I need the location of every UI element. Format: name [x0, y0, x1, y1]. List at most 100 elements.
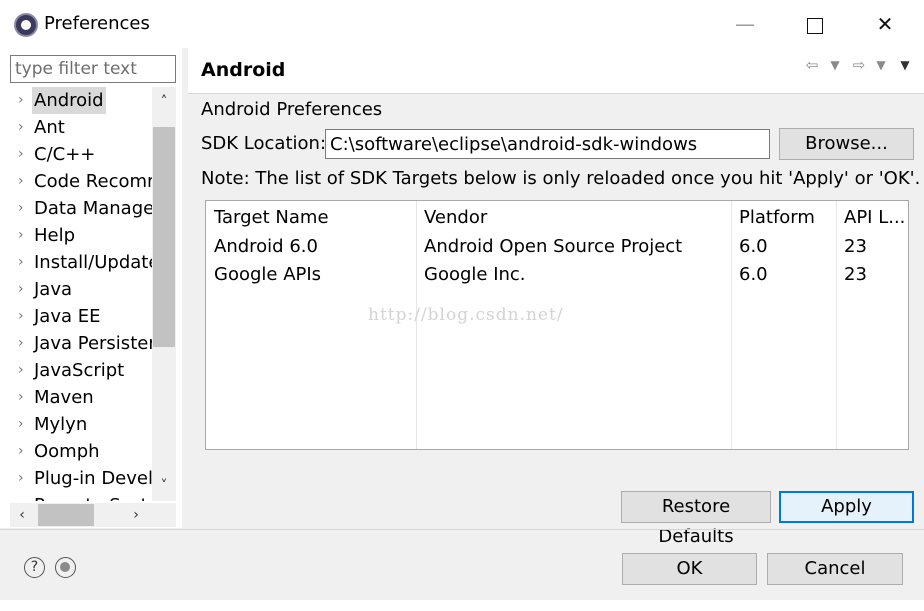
tree-item-label: Java [34, 279, 73, 300]
back-arrow-icon[interactable]: ⇦ [803, 56, 821, 74]
tree-item[interactable]: › Android [10, 87, 152, 114]
scroll-up-icon[interactable]: ˄ [152, 87, 176, 117]
tree-item[interactable]: › Maven [10, 384, 152, 411]
chevron-right-icon[interactable]: › [18, 330, 28, 357]
tree-item[interactable]: › JavaScript [10, 357, 152, 384]
tree-item-label: JavaScript [34, 360, 125, 381]
chevron-right-icon[interactable]: › [18, 384, 28, 411]
scroll-left-icon[interactable]: ‹ [10, 503, 34, 527]
scroll-thumb[interactable] [153, 127, 175, 347]
tree-item[interactable]: › Install/Update [10, 249, 152, 276]
tree-item-label: Install/Update [34, 252, 152, 273]
tree-item[interactable]: › C/C++ [10, 141, 152, 168]
platform-cell: 6.0 [739, 264, 768, 285]
platform-cell: 6.0 [739, 236, 768, 257]
maximize-icon [807, 17, 823, 34]
tree-item-label: Plug-in Devel [34, 468, 152, 489]
forward-arrow-icon[interactable]: ⇨ [850, 56, 868, 74]
sdk-location-input[interactable] [325, 129, 770, 159]
tree-item[interactable]: › Code Recomm [10, 168, 152, 195]
filter-input[interactable] [10, 55, 176, 83]
chevron-right-icon[interactable]: › [18, 114, 28, 141]
chevron-right-icon[interactable]: › [18, 438, 28, 465]
cancel-button[interactable]: Cancel [767, 553, 903, 585]
tree-item[interactable]: › Mylyn [10, 411, 152, 438]
tree-item-label: Android [32, 87, 106, 114]
tree-item[interactable]: › Java EE [10, 303, 152, 330]
tree-item[interactable]: › Java [10, 276, 152, 303]
tree-item-label: C/C++ [34, 144, 96, 165]
minimize-button[interactable]: — [722, 8, 768, 40]
section-title: Android Preferences [201, 99, 383, 120]
chevron-right-icon[interactable]: › [18, 357, 28, 384]
tree-item[interactable]: › Java Persisten [10, 330, 152, 357]
chevron-right-icon[interactable]: › [18, 492, 28, 501]
eclipse-icon [14, 13, 38, 37]
vendor-cell: Android Open Source Project [424, 236, 683, 257]
target-name-cell: Android 6.0 [214, 236, 318, 257]
title-bar: Preferences — ✕ [0, 0, 924, 48]
tree-item[interactable]: › Help [10, 222, 152, 249]
target-name-cell: Google APIs [214, 264, 322, 285]
column-header-api-level[interactable]: API L... [844, 207, 905, 228]
column-header-platform[interactable]: Platform [739, 207, 815, 228]
background-window-strip [0, 600, 924, 611]
tree-item-label: Maven [34, 387, 94, 408]
column-header-target-name[interactable]: Target Name [214, 207, 329, 228]
tree-item-label: Java Persisten [34, 333, 152, 354]
scroll-right-icon[interactable]: › [124, 503, 148, 527]
column-divider [731, 201, 732, 449]
chevron-right-icon[interactable]: › [18, 465, 28, 492]
tree-item-label: Data Manage [34, 198, 152, 219]
tree-item-label: Oomph [34, 441, 100, 462]
tree-item-label: Ant [34, 117, 65, 138]
tip-icon[interactable] [55, 557, 76, 578]
sdk-targets-table[interactable]: Target Name Vendor Platform API L... And… [205, 200, 909, 450]
ok-button[interactable]: OK [622, 553, 757, 585]
scroll-thumb-horizontal[interactable] [38, 504, 94, 526]
scroll-down-icon[interactable]: ˅ [152, 471, 176, 501]
chevron-right-icon[interactable]: › [18, 222, 28, 249]
api-level-cell: 23 [844, 236, 867, 257]
window-title: Preferences [44, 13, 150, 34]
tree-item[interactable]: › Plug-in Devel [10, 465, 152, 492]
vendor-cell: Google Inc. [424, 264, 526, 285]
chevron-right-icon[interactable]: › [18, 87, 28, 114]
sdk-location-label: SDK Location: [201, 133, 327, 154]
chevron-right-icon[interactable]: › [18, 195, 28, 222]
tree-vertical-scrollbar[interactable]: ˄ ˅ [152, 87, 176, 501]
chevron-right-icon[interactable]: › [18, 249, 28, 276]
preferences-tree: › Android › Ant › C/C++ › Code Recomm › Data Mana… [10, 87, 152, 501]
tree-item-label: Help [34, 225, 76, 246]
tree-item-label: Mylyn [34, 414, 88, 435]
tree-item[interactable]: › Oomph [10, 438, 152, 465]
apply-button[interactable]: Apply [779, 491, 914, 523]
tree-item[interactable]: › Data Manage [10, 195, 152, 222]
forward-menu-chevron-down-icon[interactable]: ▼ [872, 58, 890, 72]
restore-defaults-button[interactable]: Restore Defaults [621, 491, 771, 547]
tree-item-label: Java EE [34, 306, 101, 327]
tree-item-label: Remote Syst [34, 492, 148, 501]
api-level-cell: 23 [844, 264, 867, 285]
chevron-right-icon[interactable]: › [18, 411, 28, 438]
chevron-right-icon[interactable]: › [18, 141, 28, 168]
back-menu-chevron-down-icon[interactable]: ▼ [826, 58, 844, 72]
close-button[interactable]: ✕ [862, 8, 908, 40]
footer-divider [0, 529, 924, 530]
panel-sash[interactable] [182, 48, 188, 528]
chevron-right-icon[interactable]: › [18, 276, 28, 303]
browse-button[interactable]: Browse... [779, 128, 914, 160]
chevron-right-icon[interactable]: › [18, 303, 28, 330]
view-menu-icon[interactable]: ▼ [896, 58, 914, 72]
watermark-text: http://blog.csdn.net/ [368, 305, 564, 325]
page-title: Android [201, 59, 286, 81]
tree-item[interactable]: › Ant [10, 114, 152, 141]
chevron-right-icon[interactable]: › [18, 168, 28, 195]
column-divider [416, 201, 417, 449]
help-icon[interactable]: ? [24, 557, 45, 578]
tree-item-label: Code Recomm [34, 171, 152, 192]
tree-horizontal-scrollbar[interactable]: ‹ › [10, 503, 176, 527]
maximize-button[interactable] [792, 8, 838, 40]
tree-item[interactable]: › Remote Syst [10, 492, 152, 501]
column-header-vendor[interactable]: Vendor [424, 207, 487, 228]
